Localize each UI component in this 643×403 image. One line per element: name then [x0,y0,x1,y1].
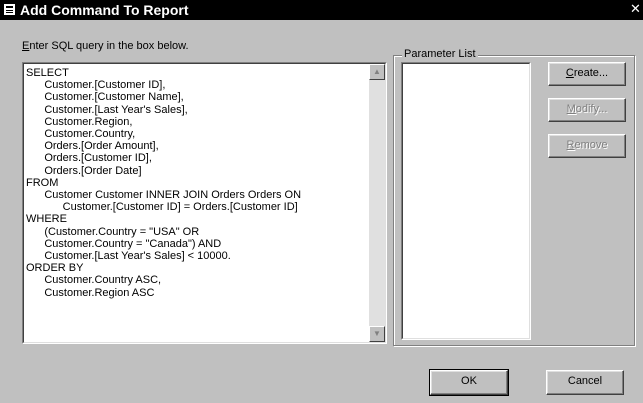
sql-query-box[interactable]: SELECT Customer.[Customer ID], Customer.… [22,62,387,344]
dialog-icon[interactable] [4,4,15,15]
create-label: reate... [573,67,609,79]
modify-button[interactable]: Modify... [548,98,626,122]
create-mnemonic: C [565,67,574,79]
vertical-scrollbar[interactable]: ▲ ▼ [369,64,385,342]
title-bar[interactable]: Add Command To Report ✕ [0,0,643,20]
parameter-listbox[interactable] [401,62,531,340]
scroll-down-button[interactable]: ▼ [369,326,385,342]
parameter-list-label: Parameter List [402,48,478,60]
scroll-up-button[interactable]: ▲ [369,64,385,80]
modify-label: odify... [575,103,608,115]
ok-button[interactable]: OK [429,369,509,396]
remove-label: emove [574,139,608,151]
window-title: Add Command To Report [20,2,189,18]
sql-instruction-label: Enter SQL query in the box below. [22,40,189,52]
remove-button[interactable]: Remove [548,134,626,158]
close-icon[interactable]: ✕ [628,2,643,18]
cancel-button[interactable]: Cancel [546,370,624,395]
create-button[interactable]: Create... [548,62,626,86]
sql-query-text[interactable]: SELECT Customer.[Customer ID], Customer.… [26,67,367,340]
modify-mnemonic: M [566,103,576,115]
instruction-text: nter SQL query in the box below. [29,40,189,52]
